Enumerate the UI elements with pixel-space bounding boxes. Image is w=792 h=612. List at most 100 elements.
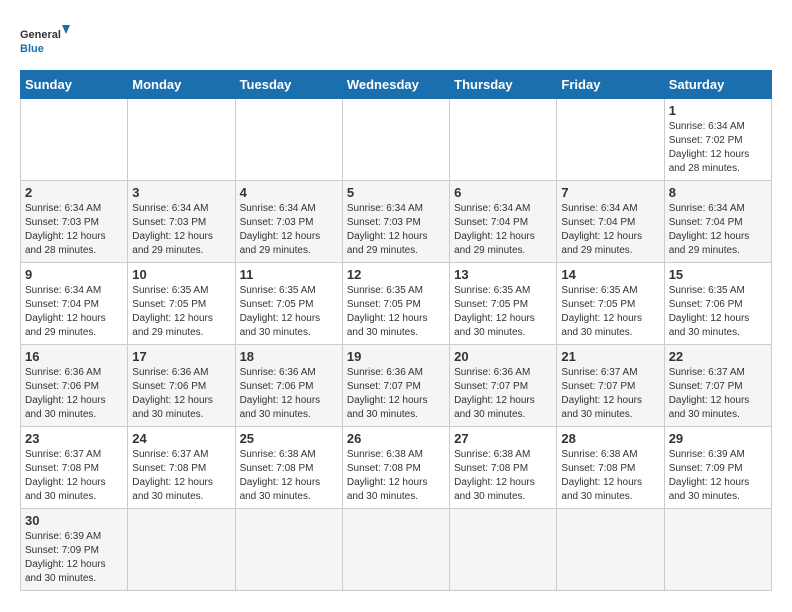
day-number: 8	[669, 185, 767, 200]
day-number: 19	[347, 349, 445, 364]
calendar-cell	[342, 509, 449, 591]
calendar-cell: 12 Sunrise: 6:35 AM Sunset: 7:05 PM Dayli…	[342, 263, 449, 345]
calendar-cell: 28Sunrise: 6:38 AM Sunset: 7:08 PM Dayli…	[557, 427, 664, 509]
day-number: 24	[132, 431, 230, 446]
day-info: Sunrise: 6:35 AM Sunset: 7:05 PM Dayligh…	[347, 284, 445, 340]
day-number: 16	[25, 349, 123, 364]
calendar-week-3: 9 Sunrise: 6:34 AM Sunset: 7:04 PM Daylig…	[21, 263, 772, 345]
day-info: Sunrise: 6:34 AM Sunset: 7:03 PM Dayligh…	[240, 202, 338, 258]
day-info: Sunrise: 6:36 AM Sunset: 7:06 PM Dayligh…	[132, 366, 230, 422]
calendar-cell	[450, 509, 557, 591]
calendar-week-5: 23 Sunrise: 6:37 AM Sunset: 7:08 PM Dayli…	[21, 427, 772, 509]
weekday-tuesday: Tuesday	[235, 71, 342, 99]
day-number: 22	[669, 349, 767, 364]
day-info: Sunrise: 6:35 AM Sunset: 7:05 PM Dayligh…	[561, 284, 659, 340]
day-info: Sunrise: 6:39 AM Sunset: 7:09 PM Dayligh…	[669, 448, 767, 504]
calendar-cell	[342, 99, 449, 181]
day-info: Sunrise: 6:34 AM Sunset: 7:02 PM Dayligh…	[669, 120, 767, 176]
svg-text:Blue: Blue	[20, 43, 44, 55]
calendar-cell	[128, 99, 235, 181]
day-number: 13	[454, 267, 552, 282]
calendar-cell	[21, 99, 128, 181]
day-info: Sunrise: 6:38 AM Sunset: 7:08 PM Dayligh…	[454, 448, 552, 504]
day-info: Sunrise: 6:35 AM Sunset: 7:05 PM Dayligh…	[454, 284, 552, 340]
calendar-cell	[235, 99, 342, 181]
day-info: Sunrise: 6:37 AM Sunset: 7:08 PM Dayligh…	[132, 448, 230, 504]
day-info: Sunrise: 6:38 AM Sunset: 7:08 PM Dayligh…	[347, 448, 445, 504]
calendar-cell: 6 Sunrise: 6:34 AM Sunset: 7:04 PM Daylig…	[450, 181, 557, 263]
day-number: 27	[454, 431, 552, 446]
day-number: 4	[240, 185, 338, 200]
day-info: Sunrise: 6:36 AM Sunset: 7:07 PM Dayligh…	[454, 366, 552, 422]
calendar-cell: 21 Sunrise: 6:37 AM Sunset: 7:07 PM Dayli…	[557, 345, 664, 427]
calendar-cell: 3 Sunrise: 6:34 AM Sunset: 7:03 PM Daylig…	[128, 181, 235, 263]
calendar-week-4: 16 Sunrise: 6:36 AM Sunset: 7:06 PM Dayli…	[21, 345, 772, 427]
calendar-cell	[664, 509, 771, 591]
weekday-sunday: Sunday	[21, 71, 128, 99]
day-info: Sunrise: 6:34 AM Sunset: 7:04 PM Dayligh…	[25, 284, 123, 340]
day-info: Sunrise: 6:37 AM Sunset: 7:07 PM Dayligh…	[561, 366, 659, 422]
day-number: 25	[240, 431, 338, 446]
calendar-cell	[557, 509, 664, 591]
calendar-cell: 27 Sunrise: 6:38 AM Sunset: 7:08 PM Dayli…	[450, 427, 557, 509]
calendar-cell: 16 Sunrise: 6:36 AM Sunset: 7:06 PM Dayli…	[21, 345, 128, 427]
day-number: 11	[240, 267, 338, 282]
day-number: 29	[669, 431, 767, 446]
calendar-cell: 13 Sunrise: 6:35 AM Sunset: 7:05 PM Dayli…	[450, 263, 557, 345]
weekday-wednesday: Wednesday	[342, 71, 449, 99]
day-number: 1	[669, 103, 767, 118]
weekday-friday: Friday	[557, 71, 664, 99]
calendar-cell: 23Sunrise: 6:37 AM Sunset: 7:08 PM Dayli…	[21, 427, 128, 509]
day-number: 18	[240, 349, 338, 364]
day-info: Sunrise: 6:36 AM Sunset: 7:07 PM Dayligh…	[347, 366, 445, 422]
calendar-cell: 4 Sunrise: 6:34 AM Sunset: 7:03 PM Daylig…	[235, 181, 342, 263]
day-number: 15	[669, 267, 767, 282]
day-number: 7	[561, 185, 659, 200]
day-number: 10	[132, 267, 230, 282]
day-number: 17	[132, 349, 230, 364]
day-info: Sunrise: 6:34 AM Sunset: 7:03 PM Dayligh…	[25, 202, 123, 258]
day-info: Sunrise: 6:36 AM Sunset: 7:06 PM Dayligh…	[240, 366, 338, 422]
calendar-cell: 15Sunrise: 6:35 AM Sunset: 7:06 PM Dayli…	[664, 263, 771, 345]
day-info: Sunrise: 6:34 AM Sunset: 7:03 PM Dayligh…	[132, 202, 230, 258]
day-info: Sunrise: 6:39 AM Sunset: 7:09 PM Dayligh…	[25, 530, 123, 586]
calendar-cell	[128, 509, 235, 591]
day-number: 12	[347, 267, 445, 282]
day-number: 5	[347, 185, 445, 200]
calendar-cell: 2Sunrise: 6:34 AM Sunset: 7:03 PM Daylig…	[21, 181, 128, 263]
day-info: Sunrise: 6:35 AM Sunset: 7:05 PM Dayligh…	[132, 284, 230, 340]
day-info: Sunrise: 6:38 AM Sunset: 7:08 PM Dayligh…	[240, 448, 338, 504]
weekday-monday: Monday	[128, 71, 235, 99]
calendar-cell	[235, 509, 342, 591]
calendar-cell	[557, 99, 664, 181]
calendar-cell: 30 Sunrise: 6:39 AM Sunset: 7:09 PM Dayli…	[21, 509, 128, 591]
day-number: 6	[454, 185, 552, 200]
day-number: 30	[25, 513, 123, 528]
day-info: Sunrise: 6:34 AM Sunset: 7:03 PM Dayligh…	[347, 202, 445, 258]
calendar-week-2: 2Sunrise: 6:34 AM Sunset: 7:03 PM Daylig…	[21, 181, 772, 263]
calendar-cell: 1 Sunrise: 6:34 AM Sunset: 7:02 PM Daylig…	[664, 99, 771, 181]
calendar-week-6: 30 Sunrise: 6:39 AM Sunset: 7:09 PM Dayli…	[21, 509, 772, 591]
day-number: 23	[25, 431, 123, 446]
day-number: 20	[454, 349, 552, 364]
calendar-cell: 9 Sunrise: 6:34 AM Sunset: 7:04 PM Daylig…	[21, 263, 128, 345]
day-info: Sunrise: 6:38 AM Sunset: 7:08 PM Dayligh…	[561, 448, 659, 504]
calendar-cell: 8 Sunrise: 6:34 AM Sunset: 7:04 PM Daylig…	[664, 181, 771, 263]
calendar-cell: 29 Sunrise: 6:39 AM Sunset: 7:09 PM Dayli…	[664, 427, 771, 509]
weekday-saturday: Saturday	[664, 71, 771, 99]
header: General Blue	[20, 20, 772, 60]
calendar-cell: 11Sunrise: 6:35 AM Sunset: 7:05 PM Dayli…	[235, 263, 342, 345]
day-number: 9	[25, 267, 123, 282]
day-number: 3	[132, 185, 230, 200]
svg-text:General: General	[20, 29, 61, 41]
day-info: Sunrise: 6:36 AM Sunset: 7:06 PM Dayligh…	[25, 366, 123, 422]
weekday-thursday: Thursday	[450, 71, 557, 99]
day-info: Sunrise: 6:34 AM Sunset: 7:04 PM Dayligh…	[454, 202, 552, 258]
day-number: 14	[561, 267, 659, 282]
calendar-table: SundayMondayTuesdayWednesdayThursdayFrid…	[20, 70, 772, 591]
day-info: Sunrise: 6:34 AM Sunset: 7:04 PM Dayligh…	[669, 202, 767, 258]
calendar-cell: 20 Sunrise: 6:36 AM Sunset: 7:07 PM Dayli…	[450, 345, 557, 427]
calendar-cell: 18 Sunrise: 6:36 AM Sunset: 7:06 PM Dayli…	[235, 345, 342, 427]
weekday-header-row: SundayMondayTuesdayWednesdayThursdayFrid…	[21, 71, 772, 99]
day-number: 21	[561, 349, 659, 364]
